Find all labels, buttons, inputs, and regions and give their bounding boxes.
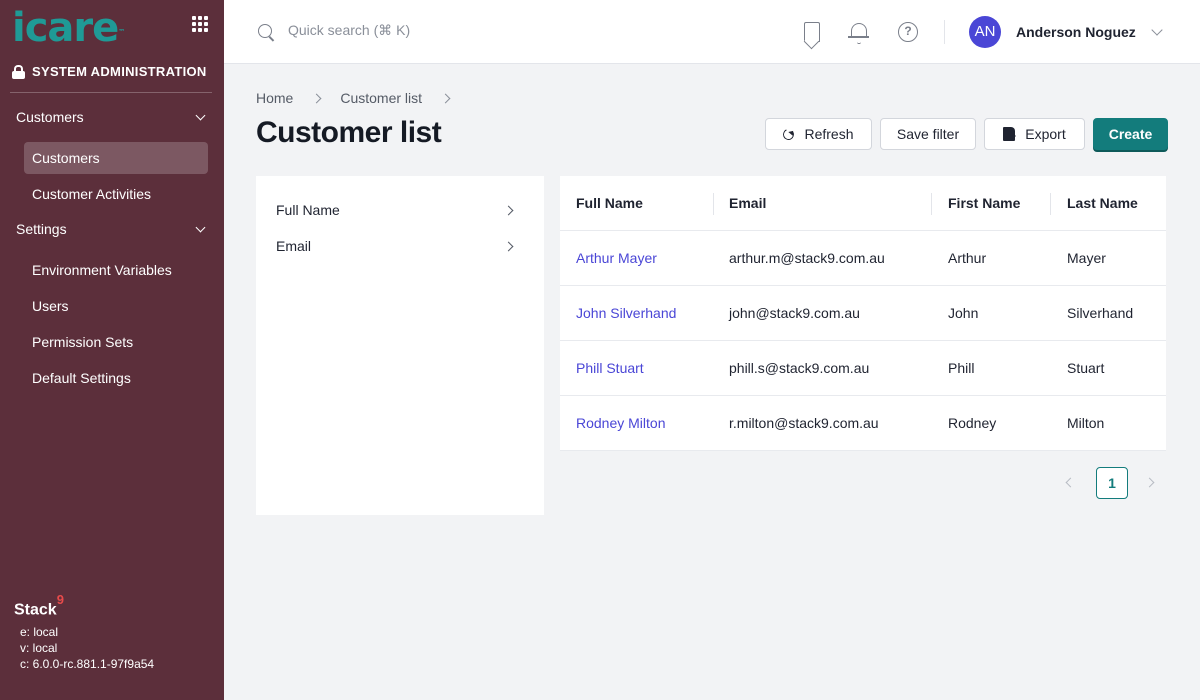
stack9-logo: Stack9 bbox=[14, 592, 64, 619]
breadcrumb-home[interactable]: Home bbox=[256, 90, 293, 106]
create-button[interactable]: Create bbox=[1093, 118, 1168, 150]
nav-group-customers[interactable]: Customers bbox=[16, 109, 208, 125]
chevron-right-icon bbox=[503, 205, 514, 215]
filter-panel: Full Name Email bbox=[256, 176, 544, 515]
search-icon[interactable] bbox=[258, 24, 272, 38]
pagination-page-button[interactable]: 1 bbox=[1096, 467, 1128, 499]
email-cell: phill.s@stack9.com.au bbox=[729, 360, 870, 376]
help-icon[interactable]: ? bbox=[898, 22, 918, 42]
avatar[interactable]: AN bbox=[969, 16, 1001, 48]
column-header-full-name[interactable]: Full Name bbox=[576, 195, 643, 211]
lock-icon bbox=[12, 64, 25, 79]
customer-name-link[interactable]: John Silverhand bbox=[576, 305, 676, 321]
divider bbox=[10, 92, 212, 93]
table-row: Arthur Mayer arthur.m@stack9.com.au Arth… bbox=[560, 231, 1166, 286]
sidebar-item-users[interactable]: Users bbox=[24, 290, 208, 322]
chevron-right-icon bbox=[440, 93, 451, 103]
commit-info: c: 6.0.0-rc.881.1-97f9a54 bbox=[20, 657, 155, 671]
bookmark-icon[interactable] bbox=[804, 22, 820, 42]
icare-logo[interactable]: icare™ bbox=[12, 8, 125, 48]
customer-name-link[interactable]: Phill Stuart bbox=[576, 360, 644, 376]
sidebar-item-permission-sets[interactable]: Permission Sets bbox=[24, 326, 208, 358]
filter-full-name[interactable]: Full Name bbox=[276, 202, 516, 218]
topbar: Quick search (⌘ K) ? AN Anderson Noguez bbox=[224, 0, 1200, 64]
user-name[interactable]: Anderson Noguez bbox=[1016, 24, 1136, 40]
search-input[interactable]: Quick search (⌘ K) bbox=[288, 22, 410, 39]
chevron-right-icon bbox=[503, 241, 514, 251]
filter-email[interactable]: Email bbox=[276, 238, 516, 254]
nav-group-settings[interactable]: Settings bbox=[16, 221, 208, 237]
email-cell: arthur.m@stack9.com.au bbox=[729, 250, 885, 266]
section-title: SYSTEM ADMINISTRATION bbox=[12, 64, 207, 79]
last-name-cell: Silverhand bbox=[1067, 305, 1134, 321]
table-header: Full Name Email First Name Last Name bbox=[560, 176, 1166, 231]
export-button[interactable]: Export bbox=[984, 118, 1085, 150]
chevron-down-icon[interactable] bbox=[1151, 24, 1163, 36]
sidebar-item-default-settings[interactable]: Default Settings bbox=[24, 362, 208, 394]
first-name-cell: John bbox=[948, 305, 979, 321]
pagination-next-icon[interactable] bbox=[1144, 477, 1155, 488]
refresh-icon bbox=[781, 126, 797, 142]
table-row: Rodney Milton r.milton@stack9.com.au Rod… bbox=[560, 396, 1166, 451]
breadcrumb: Home Customer list bbox=[256, 90, 469, 106]
chevron-down-icon bbox=[195, 110, 206, 120]
sidebar-item-customer-activities[interactable]: Customer Activities bbox=[24, 178, 208, 210]
column-header-first-name[interactable]: First Name bbox=[948, 195, 1020, 211]
apps-grid-icon[interactable] bbox=[192, 16, 208, 32]
last-name-cell: Stuart bbox=[1067, 360, 1105, 376]
env-info: e: local bbox=[20, 625, 59, 639]
refresh-button[interactable]: Refresh bbox=[765, 118, 872, 150]
pagination-prev-icon[interactable] bbox=[1065, 477, 1076, 488]
first-name-cell: Arthur bbox=[948, 250, 987, 266]
column-header-last-name[interactable]: Last Name bbox=[1067, 195, 1138, 211]
version-info: v: local bbox=[20, 641, 58, 655]
page-title: Customer list bbox=[256, 116, 442, 149]
first-name-cell: Phill bbox=[948, 360, 975, 376]
column-divider bbox=[1050, 193, 1051, 215]
customer-name-link[interactable]: Rodney Milton bbox=[576, 415, 666, 431]
chevron-right-icon bbox=[311, 93, 322, 103]
customer-name-link[interactable]: Arthur Mayer bbox=[576, 250, 657, 266]
sidebar: icare™ SYSTEM ADMINISTRATION Customers C… bbox=[0, 0, 224, 700]
chevron-down-icon bbox=[195, 222, 206, 232]
column-divider bbox=[713, 193, 714, 215]
save-filter-button[interactable]: Save filter bbox=[880, 118, 976, 150]
table-row: Phill Stuart phill.s@stack9.com.au Phill… bbox=[560, 341, 1166, 396]
email-cell: r.milton@stack9.com.au bbox=[729, 415, 879, 431]
last-name-cell: Mayer bbox=[1067, 250, 1106, 266]
first-name-cell: Rodney bbox=[948, 415, 997, 431]
breadcrumb-customer-list[interactable]: Customer list bbox=[340, 90, 422, 106]
table-row: John Silverhand john@stack9.com.au John … bbox=[560, 286, 1166, 341]
column-divider bbox=[931, 193, 932, 215]
sidebar-item-environment-variables[interactable]: Environment Variables bbox=[24, 254, 208, 286]
column-header-email[interactable]: Email bbox=[729, 195, 766, 211]
divider bbox=[944, 20, 945, 44]
export-icon bbox=[1003, 127, 1017, 141]
email-cell: john@stack9.com.au bbox=[729, 305, 860, 321]
sidebar-item-customers[interactable]: Customers bbox=[24, 142, 208, 174]
last-name-cell: Milton bbox=[1067, 415, 1105, 431]
customer-table: Full Name Email First Name Last Name Art… bbox=[560, 176, 1166, 451]
bell-icon[interactable] bbox=[848, 23, 869, 44]
